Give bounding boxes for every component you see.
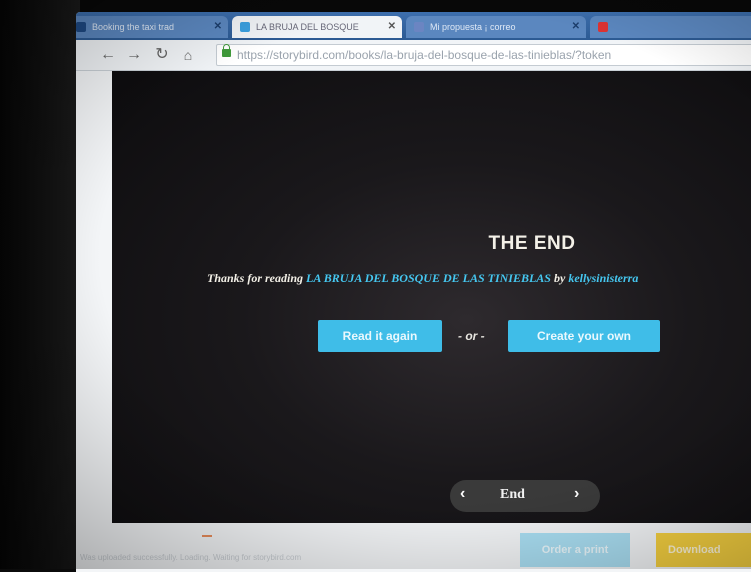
forward-arrow-icon[interactable]: → — [124, 45, 144, 65]
tab-close-icon[interactable]: ✕ — [572, 16, 580, 38]
tab-close-icon[interactable]: ✕ — [214, 16, 222, 38]
thanks-prefix: Thanks for reading — [207, 271, 304, 285]
status-text: Was uploaded successfully. Loading. Wait… — [80, 553, 302, 562]
monitor-bezel-left — [0, 0, 80, 569]
book-title-link[interactable]: LA BRUJA DEL BOSQUE DE LAS TINIEBLAS — [306, 271, 551, 285]
tab-title: Mi propuesta ¡ correo — [430, 22, 516, 32]
or-separator: - or - — [458, 329, 485, 343]
tab-title: LA BRUJA DEL BOSQUE — [256, 22, 359, 32]
tab-la-bruja[interactable]: LA BRUJA DEL BOSQUE ✕ — [232, 16, 402, 38]
end-title: THE END — [488, 233, 576, 254]
read-again-button[interactable]: Read it again — [318, 320, 442, 352]
order-print-button[interactable]: Order a print — [520, 533, 630, 567]
browser-toolbar: ← → ↻ ⌂ https://storybird.com/books/la-b… — [76, 40, 751, 71]
storybook-end-page: THE END Thanks for reading LA BRUJA DEL … — [112, 71, 751, 523]
page-content: THE END Thanks for reading LA BRUJA DEL … — [76, 71, 751, 572]
tab-booking[interactable]: Booking the taxi trad ✕ — [76, 16, 228, 38]
mail-favicon-icon — [414, 22, 424, 32]
page-navigator: ‹ End › — [450, 480, 600, 512]
browser-window: Booking the taxi trad ✕ LA BRUJA DEL BOS… — [76, 12, 751, 572]
tab-youtube[interactable]: ✕ — [590, 16, 751, 38]
chevron-left-icon[interactable]: ‹ — [460, 485, 465, 503]
home-icon[interactable]: ⌂ — [178, 45, 198, 65]
chevron-right-icon[interactable]: › — [574, 485, 579, 503]
tab-title: Booking the taxi trad — [92, 22, 175, 32]
by-text: by — [553, 271, 566, 285]
decorative-dash — [202, 535, 212, 537]
url-text: https://storybird.com/books/la-bruja-del… — [237, 48, 612, 62]
reload-icon[interactable]: ↻ — [152, 45, 172, 65]
tab-mail[interactable]: Mi propuesta ¡ correo ✕ — [406, 16, 586, 38]
youtube-favicon-icon — [598, 22, 608, 32]
address-bar[interactable]: https://storybird.com/books/la-bruja-del… — [216, 44, 751, 66]
tab-strip: Booking the taxi trad ✕ LA BRUJA DEL BOS… — [76, 12, 751, 40]
lock-icon — [222, 44, 231, 57]
tab-favicon-icon — [76, 22, 86, 32]
author-link[interactable]: kellysinisterra — [568, 271, 638, 285]
bottom-action-bar: Was uploaded successfully. Loading. Wait… — [76, 523, 751, 572]
create-your-own-button[interactable]: Create your own — [508, 320, 660, 352]
page-label: End — [500, 487, 525, 502]
download-button[interactable]: Download — [656, 533, 751, 567]
storybird-favicon-icon — [240, 22, 250, 32]
back-arrow-icon[interactable]: ← — [98, 45, 118, 65]
tab-close-icon[interactable]: ✕ — [388, 16, 396, 38]
thanks-line: Thanks for reading LA BRUJA DEL BOSQUE D… — [207, 271, 638, 286]
